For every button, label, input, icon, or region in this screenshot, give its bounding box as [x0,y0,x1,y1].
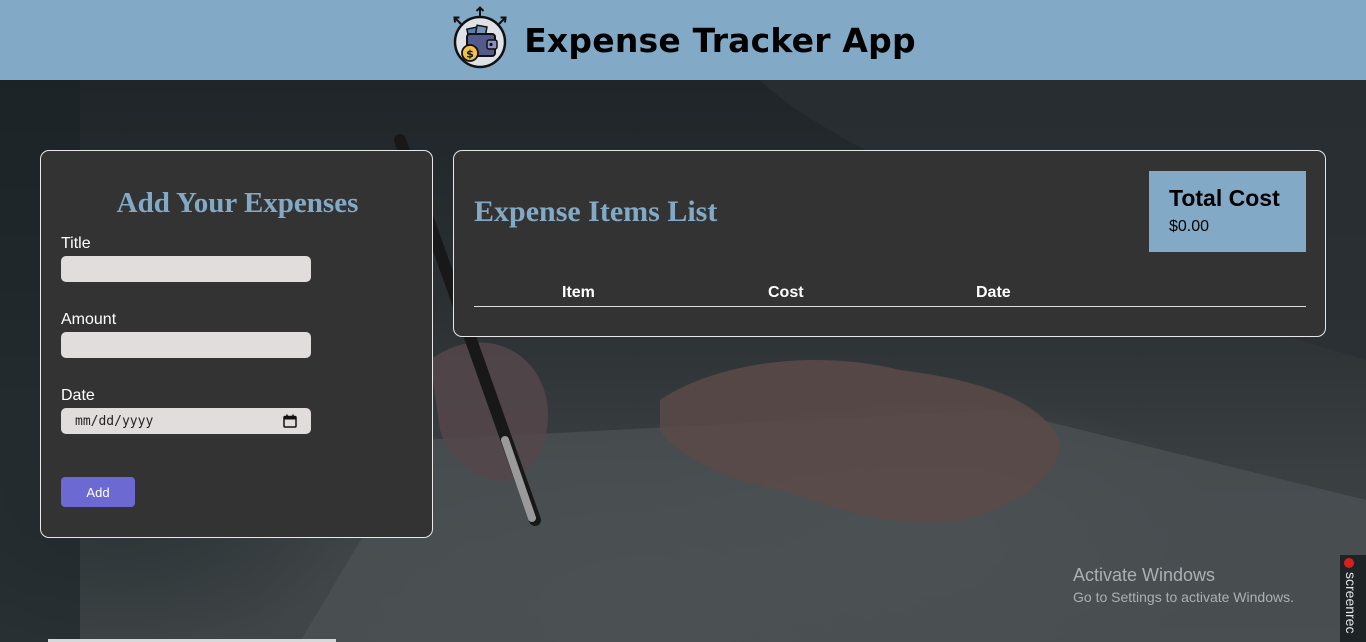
wallet-money-icon: $ [453,6,507,69]
total-cost-label: Total Cost [1169,185,1280,211]
app-title: Expense Tracker App [524,20,916,60]
calendar-icon[interactable] [283,414,297,428]
activate-windows-watermark: Activate Windows Go to Settings to activ… [1073,565,1294,605]
total-cost-box: Total Cost $0.00 [1149,171,1306,252]
amount-input[interactable] [61,332,311,358]
watermark-title: Activate Windows [1073,565,1216,585]
add-expense-form: Add Your Expenses Title Amount Date mm/d… [40,150,433,538]
title-input[interactable] [61,256,311,282]
column-header-date: Date [976,284,1011,301]
date-label: Date [61,387,95,404]
list-title: Expense Items List [474,195,718,228]
column-header-item: Item [562,284,595,301]
total-cost-value: $0.00 [1169,218,1210,235]
form-title: Add Your Expenses [116,187,359,219]
recorder-label: screenrec [1343,572,1359,634]
title-label: Title [61,235,91,252]
expense-list-panel: Expense Items List Total Cost $0.00 Item… [453,150,1326,337]
add-button[interactable]: Add [61,477,135,507]
table-header: Item Cost Date [474,281,1306,307]
column-header-cost: Cost [768,284,804,301]
svg-text:$: $ [466,48,474,61]
amount-label: Amount [61,311,117,328]
app-header: $ Expense Tracker App [0,0,1366,80]
watermark-subtitle: Go to Settings to activate Windows. [1073,589,1294,605]
record-dot-icon [1344,558,1354,568]
date-placeholder: mm/dd/yyyy [75,413,154,429]
date-input[interactable]: mm/dd/yyyy [61,408,311,434]
